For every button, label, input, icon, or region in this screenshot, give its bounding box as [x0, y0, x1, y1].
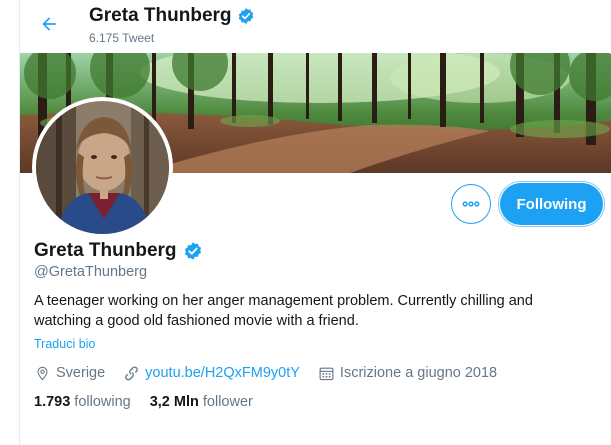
- joined-text: Iscrizione a giugno 2018: [339, 365, 498, 381]
- profile-stats: 1.793 following 3,2 Mln follower: [34, 392, 272, 412]
- translate-bio-link[interactable]: Traduci bio: [34, 337, 95, 351]
- header-title: Greta Thunberg: [89, 5, 255, 27]
- location-text: Sverige: [56, 365, 106, 381]
- location-item: Sverige: [34, 365, 105, 382]
- joined-item: Iscrizione a giugno 2018: [318, 365, 497, 382]
- profile-handle: @GretaThunberg: [34, 264, 148, 280]
- followers-count: 3,2 Mln: [149, 394, 199, 410]
- following-count: 1.793: [34, 394, 71, 410]
- following-button[interactable]: Following: [498, 181, 605, 227]
- followers-stat-link[interactable]: 3,2 Mln follower: [150, 394, 253, 410]
- followers-label: follower: [202, 394, 253, 410]
- more-icon: [462, 201, 480, 207]
- tweet-count: 6.175 Tweet: [89, 31, 155, 45]
- link-icon: [125, 365, 138, 380]
- profile-meta: Sverige youtu.be/H2QxFM9y0tY Iscrizione …: [34, 362, 515, 384]
- location-pin-icon: [37, 366, 48, 380]
- verified-badge-icon: [237, 7, 255, 25]
- arrow-left-icon: [42, 17, 56, 31]
- calendar-icon: [319, 367, 334, 380]
- avatar-image: [36, 101, 169, 234]
- profile-header: Greta Thunberg 6.175 Tweet: [20, 0, 611, 52]
- profile-avatar[interactable]: [32, 97, 173, 238]
- website-item: youtu.be/H2QxFM9y0tY: [123, 365, 300, 382]
- profile-bio: A teenager working on her anger manageme…: [34, 293, 533, 329]
- website-link[interactable]: youtu.be/H2QxFM9y0tY: [145, 365, 300, 381]
- avatar-photo: [36, 101, 169, 234]
- verified-badge-icon: [183, 241, 203, 261]
- profile-name-text: Greta Thunberg: [34, 240, 177, 261]
- more-options-button[interactable]: [451, 184, 491, 224]
- header-name-text: Greta Thunberg: [89, 5, 232, 26]
- following-label: following: [74, 394, 131, 410]
- profile-display-name: Greta Thunberg: [34, 240, 203, 262]
- back-button[interactable]: [34, 9, 64, 39]
- following-stat-link[interactable]: 1.793 following: [34, 394, 131, 410]
